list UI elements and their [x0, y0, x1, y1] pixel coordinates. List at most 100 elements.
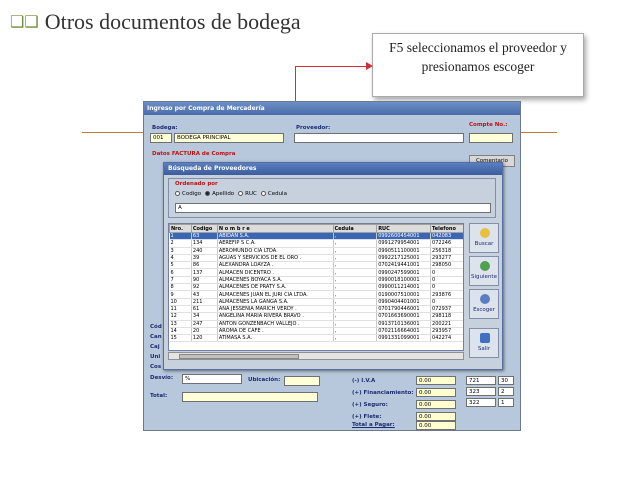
provider-search-dialog: Búsqueda de Proveedores Ordenado por Cod…	[163, 162, 503, 370]
slide-title-text: Otros documentos de bodega	[44, 9, 301, 34]
search-input[interactable]: A	[175, 203, 491, 213]
table-row[interactable]: 7 90 ALMACENES BOYACA S.A., 0990018100001 0	[169, 276, 463, 285]
table-cell: ALEXANDRA LOAYZA .	[217, 261, 334, 270]
right-num-2[interactable]: 30	[498, 376, 514, 385]
table-cell: 293957	[430, 327, 463, 336]
table-cell: 298050	[430, 261, 463, 270]
table-row[interactable]: 15 120 ATIMASA S.A., 0991331099001 042274	[169, 334, 463, 343]
window-title: Ingreso por Compra de Mercadería	[144, 102, 520, 115]
radio-icon	[175, 191, 180, 196]
bullet-icon: ❑❑	[10, 14, 39, 31]
table-cell: ,	[333, 290, 378, 299]
side-label-caj: Caj	[150, 344, 160, 350]
table-row[interactable]: 13 247 ANTON GONZENBACH VALLEJO ., 09137101…	[169, 320, 463, 328]
table-row[interactable]: 14 20 AROMA DE CAFE ., 0702116664001 293957	[169, 327, 463, 336]
table-row[interactable]: 3 240 AEROMUNDO CIA LTDA., 0990511100001 256…	[169, 247, 463, 255]
desvio-field[interactable]: %	[182, 374, 242, 384]
next-icon	[480, 261, 490, 271]
table-row[interactable]: 2 134 AEREFIP S C.A., 0991279954001 072246	[169, 239, 463, 248]
flete-value[interactable]: 0.00	[416, 412, 456, 421]
table-cell: 072246	[430, 239, 463, 248]
radio-codigo[interactable]: Codigo	[175, 191, 201, 197]
table-cell: 0991279954001	[376, 239, 432, 248]
table-row[interactable]: 5 86 ALEXANDRA LOAYZA ., 0702419441001 29805…	[169, 261, 463, 270]
total-label: Total:	[150, 393, 168, 399]
scroll-thumb[interactable]	[179, 354, 299, 359]
bodega-name-field[interactable]: BODEGA PRINCIPAL	[174, 133, 284, 143]
table-cell: 0990511100001	[376, 247, 432, 255]
salir-button[interactable]: Salir	[469, 328, 499, 358]
table-cell: 0990247599001	[376, 268, 432, 277]
ubicacion-field[interactable]	[284, 376, 320, 386]
horizontal-scrollbar[interactable]	[168, 352, 464, 360]
table-cell: ,	[333, 276, 378, 285]
radio-cedula[interactable]: Cedula	[260, 191, 287, 197]
table-cell: 0	[430, 268, 463, 277]
table-cell: 5	[169, 261, 192, 270]
table-cell: 4	[169, 254, 192, 263]
total-pagar-value[interactable]: 0.00	[416, 421, 456, 430]
table-cell: 120	[191, 334, 218, 343]
col-ruc[interactable]: RUC	[376, 224, 432, 233]
bodega-code-field[interactable]: 001	[150, 133, 172, 143]
table-cell: 34	[191, 312, 218, 321]
proveedor-field[interactable]	[294, 133, 464, 143]
right-num-6[interactable]: 1	[498, 398, 514, 407]
provider-grid[interactable]: Nro. Codigo N o m b r e Cedula RUC Telef…	[168, 223, 464, 351]
table-cell: 0992600454001	[376, 232, 432, 241]
table-cell: 0990018100001	[376, 276, 432, 285]
table-cell: 134	[191, 239, 218, 248]
total-field[interactable]	[182, 392, 318, 402]
table-cell: 13	[169, 320, 192, 328]
escoger-button[interactable]: Escoger	[469, 289, 499, 319]
table-cell: 0702419441001	[376, 261, 432, 270]
table-row[interactable]: 8 92 ALMACENES DE PRATY S.A., 0990011214001…	[169, 283, 463, 292]
right-num-3[interactable]: 323	[466, 387, 496, 396]
table-row[interactable]: 11 61 ANA JESSENIA MARICH VERDY ., 07017904…	[169, 305, 463, 314]
financiamiento-value[interactable]: 0.00	[416, 388, 456, 397]
side-label-uni: Uni	[150, 354, 161, 360]
siguiente-button[interactable]: Siguiente	[469, 256, 499, 286]
table-cell: 7	[169, 276, 192, 285]
col-nombre[interactable]: N o m b r e	[216, 224, 334, 233]
table-cell: ,	[333, 320, 378, 328]
table-cell: ALMACEN DICENTRO .	[217, 268, 334, 277]
table-cell: 2	[169, 239, 192, 248]
iva-value[interactable]: 0.00	[416, 376, 456, 385]
table-cell: 9	[169, 290, 192, 299]
table-cell: ,	[333, 327, 378, 336]
flete-label: (+) Flete:	[352, 414, 382, 420]
table-cell: 0992217125001	[376, 254, 432, 263]
table-row[interactable]: 10 211 ALMACENES LA GANGA S.A., 09904044010…	[169, 298, 463, 306]
table-row[interactable]: 4 39 AGUAS Y SERVICIOS DE EL ORO ., 0992217…	[169, 254, 463, 263]
seguro-value[interactable]: 0.00	[416, 400, 456, 409]
table-row[interactable]: 1 63 ABIDAN S.A., 0992600454001 042083	[169, 232, 463, 241]
table-cell: ANGELINA MARIA RIVERA BRAVO .	[217, 312, 334, 321]
table-cell: AROMA DE CAFE .	[217, 327, 334, 336]
buscar-button[interactable]: Buscar	[469, 223, 499, 253]
table-cell: ,	[333, 268, 378, 277]
table-cell: 63	[191, 232, 218, 241]
side-label-cod: Cód	[150, 324, 162, 330]
right-num-5[interactable]: 322	[466, 398, 496, 407]
side-label-cos: Cos	[150, 364, 162, 370]
compte-field[interactable]	[469, 133, 513, 143]
table-row[interactable]: 9 43 ALMACENES JUAN EL JURI CIA LTDA., 0190…	[169, 290, 463, 299]
col-codigo[interactable]: Codigo	[190, 224, 218, 233]
col-nro[interactable]: Nro.	[169, 224, 192, 233]
col-telefono[interactable]: Telefono	[430, 224, 463, 233]
callout-box: F5 seleccionamos el proveedor y presiona…	[372, 33, 584, 97]
col-cedula[interactable]: Cedula	[332, 224, 378, 233]
right-num-1[interactable]: 721	[466, 376, 496, 385]
table-cell: AEREFIP S C.A.	[217, 239, 334, 248]
radio-apellido[interactable]: Apellido	[205, 191, 234, 197]
iva-label: (-) I.V.A	[352, 378, 376, 384]
table-row[interactable]: 6 137 ALMACEN DICENTRO ., 0990247599001 0	[169, 268, 463, 277]
radio-ruc[interactable]: RUC	[238, 191, 257, 197]
table-cell: 298118	[430, 312, 463, 321]
table-cell: 12	[169, 312, 192, 321]
right-num-4[interactable]: 2	[498, 387, 514, 396]
table-row[interactable]: 12 34 ANGELINA MARIA RIVERA BRAVO ., 070166…	[169, 312, 463, 321]
order-label: Ordenado por	[175, 181, 218, 187]
factura-label: Datos FACTURA de Compra	[152, 151, 236, 157]
